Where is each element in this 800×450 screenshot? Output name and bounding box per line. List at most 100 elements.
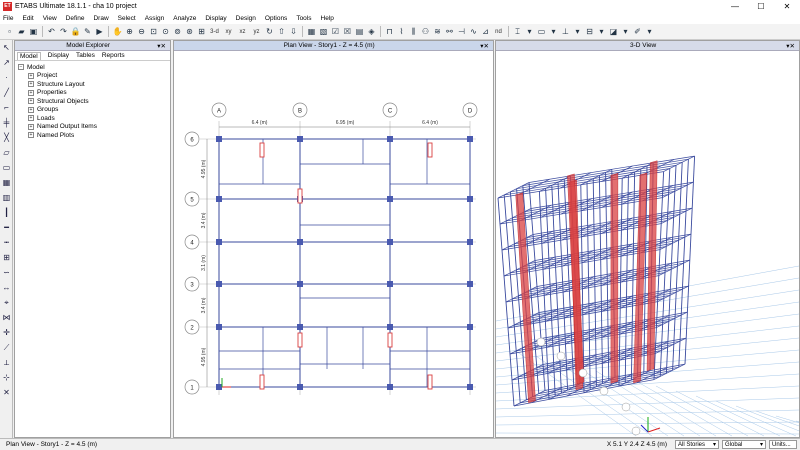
clear-selection-icon[interactable]: ☒ — [342, 26, 353, 37]
new-file-icon[interactable]: ▫ — [4, 26, 15, 37]
coord-system-selector[interactable]: Global ▾ — [722, 440, 766, 449]
draw-joint-icon[interactable]: · — [1, 72, 12, 83]
draw-wall-stack-icon[interactable]: ▥ — [1, 192, 12, 203]
display-joints-icon[interactable]: ⚇ — [420, 26, 431, 37]
menu-analyze[interactable]: Analyze — [173, 15, 196, 22]
run-analysis-icon[interactable]: ▶ — [94, 26, 105, 37]
tree-node-properties[interactable]: + Properties — [18, 89, 167, 98]
tree-node-groups[interactable]: + Groups — [18, 106, 167, 115]
draw-reference-point-icon[interactable]: ⌖ — [1, 297, 12, 308]
deformed-shape-icon[interactable]: ⌇ — [396, 26, 407, 37]
dropdown-chevron-icon[interactable]: ▾ — [524, 26, 535, 37]
zoom-fit-icon[interactable]: ⊙ — [160, 26, 171, 37]
menu-file[interactable]: File — [3, 15, 13, 22]
tree-node-named-plots[interactable]: + Named Plots — [18, 131, 167, 140]
open-file-icon[interactable]: ▰ — [16, 26, 27, 37]
draw-polyline-icon[interactable]: ⌐ — [1, 102, 12, 113]
draw-dimension-line-icon[interactable]: ↔ — [1, 282, 12, 293]
expand-icon[interactable]: + — [28, 106, 34, 113]
select-all-icon[interactable]: ▦ — [306, 26, 317, 37]
menu-assign[interactable]: Assign — [145, 15, 165, 22]
view-yz-button[interactable]: yz — [250, 29, 263, 35]
panel-close-icon[interactable]: ✕ — [484, 42, 489, 50]
expand-icon[interactable]: + — [28, 89, 34, 96]
panel-close-icon[interactable]: ✕ — [161, 42, 166, 50]
menu-edit[interactable]: Edit — [22, 15, 33, 22]
zoom-out-icon[interactable]: ⊖ — [136, 26, 147, 37]
view-nd-button[interactable]: nd — [492, 29, 505, 35]
tree-node-project[interactable]: + Project — [18, 72, 167, 81]
draw-dimension-icon[interactable]: ✐ — [632, 26, 643, 37]
expand-icon[interactable]: + — [28, 115, 34, 122]
dropdown-chevron-icon[interactable]: ▾ — [596, 26, 607, 37]
expand-icon[interactable]: + — [28, 132, 34, 139]
expand-icon[interactable]: + — [28, 72, 34, 79]
draw-wall-icon[interactable]: ⊟ — [584, 26, 595, 37]
set-display-options-icon[interactable]: ▤ — [354, 26, 365, 37]
zoom-in-icon[interactable]: ⊕ — [124, 26, 135, 37]
move-down-icon[interactable]: ⇩ — [288, 26, 299, 37]
menu-define[interactable]: Define — [66, 15, 85, 22]
tree-node-structural-objects[interactable]: + Structural Objects — [18, 97, 167, 106]
display-springs-icon[interactable]: ≋ — [432, 26, 443, 37]
dropdown-chevron-icon[interactable]: ▾ — [572, 26, 583, 37]
display-hinges-icon[interactable]: ⊣ — [456, 26, 467, 37]
menu-display[interactable]: Display — [205, 15, 226, 22]
move-up-icon[interactable]: ⇧ — [276, 26, 287, 37]
zoom-step-icon[interactable]: ⊛ — [184, 26, 195, 37]
menu-draw[interactable]: Draw — [93, 15, 108, 22]
reshape-icon[interactable]: ↗ — [1, 57, 12, 68]
menu-tools[interactable]: Tools — [296, 15, 311, 22]
draw-opening-icon[interactable]: ◪ — [608, 26, 619, 37]
menu-options[interactable]: Options — [265, 15, 287, 22]
draw-grid-line-icon[interactable]: ╪ — [1, 117, 12, 128]
draw-slab-icon[interactable]: ▭ — [536, 26, 547, 37]
checkbox-select-icon[interactable]: ☑ — [330, 26, 341, 37]
draw-rectangle-icon[interactable]: ▭ — [1, 162, 12, 173]
zoom-window-icon[interactable]: ⊡ — [148, 26, 159, 37]
dropdown-chevron-icon[interactable]: ▾ — [620, 26, 631, 37]
units-button[interactable]: Units... — [769, 440, 797, 449]
rotate-icon[interactable]: ↻ — [264, 26, 275, 37]
quick-draw-area-icon[interactable]: ▦ — [1, 177, 12, 188]
pointer-icon[interactable]: ↖ — [1, 42, 12, 53]
draw-floor-icon[interactable]: ⊞ — [1, 252, 12, 263]
menu-help[interactable]: Help — [321, 15, 334, 22]
draw-column-tool-icon[interactable]: ┃ — [1, 207, 12, 218]
tree-node-named-output-items[interactable]: + Named Output Items — [18, 123, 167, 132]
3d-view-canvas[interactable] — [496, 51, 799, 437]
object-shrink-icon[interactable]: ◈ — [366, 26, 377, 37]
tree-node-structure-layout[interactable]: + Structure Layout — [18, 80, 167, 89]
draw-column-icon[interactable]: ⊥ — [560, 26, 571, 37]
snap-icon[interactable]: ⋈ — [1, 312, 12, 323]
get-previous-selection-icon[interactable]: ▧ — [318, 26, 329, 37]
force-diagram-icon[interactable]: ⫼ — [408, 26, 419, 37]
tree-node-model[interactable]: − Model — [18, 63, 167, 72]
lock-icon[interactable]: 🔒 — [70, 26, 81, 37]
snap-intersection-icon[interactable]: ✕ — [1, 387, 12, 398]
save-icon[interactable]: ▣ — [28, 26, 39, 37]
tab-tables[interactable]: Tables — [76, 52, 95, 59]
snap-perpendicular-icon[interactable]: ⟂ — [1, 357, 12, 368]
menu-select[interactable]: Select — [118, 15, 136, 22]
undo-icon[interactable]: ↶ — [46, 26, 57, 37]
draw-line-icon[interactable]: ╱ — [1, 87, 12, 98]
menu-design[interactable]: Design — [236, 15, 256, 22]
dropdown-chevron-icon[interactable]: ▾ — [644, 26, 655, 37]
tab-display[interactable]: Display — [48, 52, 69, 59]
rubber-band-icon[interactable]: ⊞ — [196, 26, 207, 37]
draw-tendon-icon[interactable]: ∽ — [1, 267, 12, 278]
edit-pencil-icon[interactable]: ✎ — [82, 26, 93, 37]
snap-midpoint-icon[interactable]: ⊹ — [1, 372, 12, 383]
display-modes-icon[interactable]: ∿ — [468, 26, 479, 37]
tab-model[interactable]: Model — [17, 51, 41, 60]
expand-icon[interactable]: + — [28, 81, 34, 88]
pan-icon[interactable]: ✋ — [112, 26, 123, 37]
collapse-icon[interactable]: − — [18, 64, 24, 71]
draw-braces-icon[interactable]: ╳ — [1, 132, 12, 143]
draw-secondary-beam-icon[interactable]: ┅ — [1, 237, 12, 248]
snap-to-grid-icon[interactable]: ✛ — [1, 327, 12, 338]
view-xy-button[interactable]: xy — [222, 29, 235, 35]
expand-icon[interactable]: + — [28, 98, 34, 105]
story-selector[interactable]: All Stories ▾ — [675, 440, 719, 449]
